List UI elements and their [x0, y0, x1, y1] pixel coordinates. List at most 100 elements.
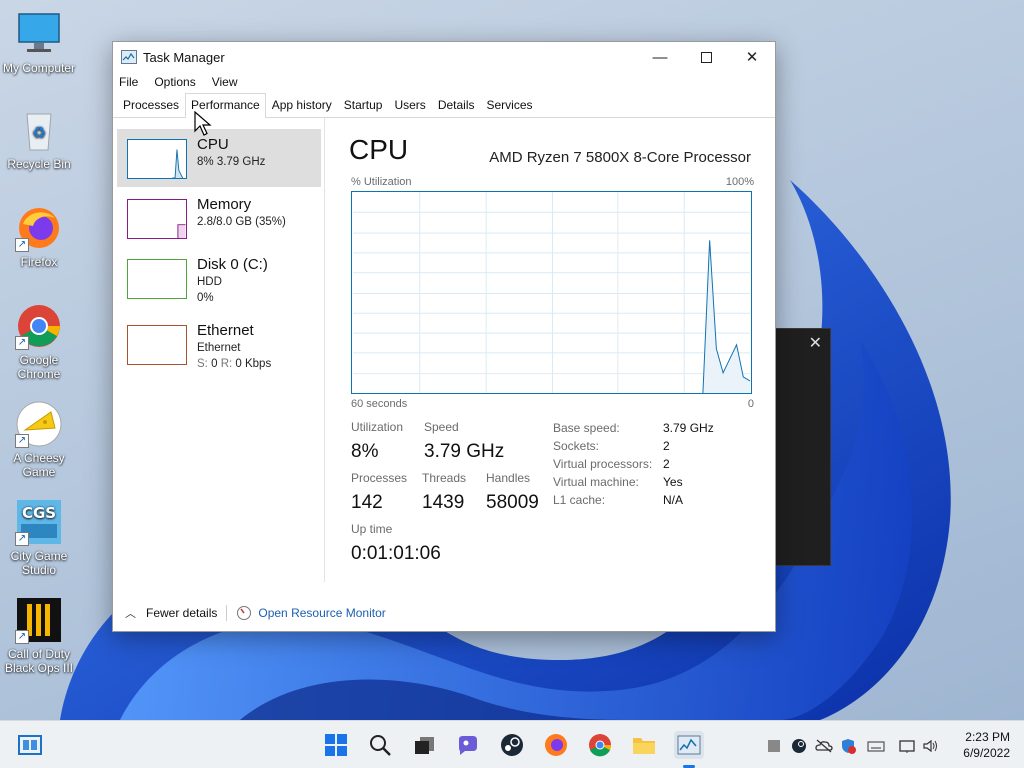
chrome-icon[interactable]: [586, 731, 614, 759]
close-button[interactable]: ✕: [729, 42, 775, 72]
file-explorer-icon[interactable]: [630, 731, 658, 759]
processes-label: Processes: [351, 471, 408, 485]
graph-y-min: 0: [747, 398, 754, 410]
sidebar-item-detail: Ethernet: [197, 342, 241, 354]
chat-icon[interactable]: [454, 731, 482, 759]
desktop-icon-city-game-studio[interactable]: CGS ↗ City Game Studio: [0, 498, 78, 577]
tab-services[interactable]: Services: [481, 93, 539, 117]
sidebar-item-ethernet[interactable]: Ethernet Ethernet S: 0 R: 0 Kbps: [117, 315, 321, 373]
send-value: 0: [211, 358, 218, 370]
desktop-icon-cheesy-game[interactable]: ↗ A Cheesy Game: [0, 400, 78, 479]
minimize-button[interactable]: —: [637, 42, 683, 72]
clock-date: 6/9/2022: [963, 746, 1010, 760]
resource-monitor-icon: [237, 606, 252, 620]
handles-value: 58009: [486, 492, 539, 513]
desktop-icon-firefox[interactable]: ↗ Firefox: [0, 204, 78, 269]
desktop-icon-label: Google Chrome: [17, 353, 61, 381]
detail-key: L1 cache:: [553, 493, 606, 507]
detail-value: N/A: [663, 493, 684, 507]
sidebar-item-cpu[interactable]: CPU 8% 3.79 GHz: [117, 129, 321, 187]
sidebar-item-detail: HDD: [197, 276, 222, 288]
volume-icon[interactable]: [922, 738, 938, 754]
search-icon[interactable]: [366, 731, 394, 759]
recycle-bin-icon: ♻: [15, 106, 63, 154]
widgets-icon[interactable]: [16, 731, 44, 759]
speed-value: 3.79 GHz: [424, 441, 505, 462]
detail-key: Base speed:: [553, 421, 620, 435]
sidebar-item-detail: 8% 3.79 GHz: [197, 156, 266, 168]
menu-view[interactable]: View: [212, 75, 238, 89]
cheese-icon: ↗: [15, 400, 63, 448]
close-icon: ✕: [745, 49, 759, 66]
chevron-up-icon[interactable]: ︿: [125, 605, 136, 621]
window-title: Task Manager: [143, 49, 225, 65]
cgs-icon: CGS ↗: [15, 498, 63, 546]
steam-tray-icon[interactable]: [791, 738, 807, 754]
network-icon[interactable]: [899, 738, 915, 754]
maximize-icon: [700, 51, 712, 63]
tab-startup[interactable]: Startup: [338, 93, 389, 117]
uptime-value: 0:01:01:06: [351, 543, 441, 564]
sidebar-item-memory[interactable]: Memory 2.8/8.0 GB (35%): [117, 189, 321, 247]
footer-bar: ︿ Fewer details Open Resource Monitor: [113, 598, 775, 628]
tab-processes[interactable]: Processes: [117, 93, 185, 117]
task-manager-icon[interactable]: [674, 731, 704, 759]
detail-key: Sockets:: [553, 439, 600, 453]
desktop-icon-label: Recycle Bin: [7, 157, 71, 171]
sidebar-item-disk[interactable]: Disk 0 (C:) HDD 0%: [117, 249, 321, 307]
desktop-icon-recycle-bin[interactable]: ♻ Recycle Bin: [0, 106, 78, 171]
open-resource-monitor-link[interactable]: Open Resource Monitor: [258, 606, 385, 620]
background-window[interactable]: ✕: [772, 328, 831, 566]
menu-bar: File Options View: [113, 72, 775, 92]
graph-y-label: % Utilization: [351, 176, 412, 188]
desktop-icon-my-computer[interactable]: My Computer: [0, 10, 78, 75]
desktop-icon-label: A Cheesy Game: [13, 451, 65, 479]
receive-value: 0 Kbps: [235, 358, 272, 370]
shortcut-arrow-icon: ↗: [15, 630, 29, 644]
desktop-icon-label: Firefox: [20, 255, 58, 269]
tab-users[interactable]: Users: [388, 93, 431, 117]
close-icon[interactable]: ✕: [809, 333, 822, 353]
task-view-icon[interactable]: [410, 731, 438, 759]
cpu-thumbnail-graph: [127, 139, 187, 179]
sidebar-item-name: CPU: [197, 136, 229, 153]
memory-thumbnail-graph: [127, 199, 187, 239]
send-label: S:: [197, 358, 208, 370]
processes-value: 142: [351, 492, 383, 513]
tab-details[interactable]: Details: [432, 93, 481, 117]
utilization-value: 8%: [351, 441, 379, 462]
sidebar-item-detail-2: S: 0 R: 0 Kbps: [197, 358, 271, 370]
desktop-icon-label: Call of Duty Black Ops III: [4, 647, 74, 675]
svg-text:♻: ♻: [32, 123, 46, 142]
tab-app-history[interactable]: App history: [266, 93, 338, 117]
graph-area-fill: [702, 240, 751, 393]
taskbar: 2:23 PM 6/9/2022: [0, 720, 1024, 768]
desktop-icon-label: City Game Studio: [10, 549, 68, 577]
sidebar-item-name: Ethernet: [197, 322, 254, 339]
onedrive-icon[interactable]: [815, 738, 833, 754]
maximize-button[interactable]: [683, 42, 729, 72]
start-icon[interactable]: [322, 731, 350, 759]
performance-panel: CPU AMD Ryzen 7 5800X 8-Core Processor %…: [349, 118, 759, 582]
tray-app-icon[interactable]: [766, 738, 782, 754]
disk-thumbnail-graph: [127, 259, 187, 299]
utilization-label: Utilization: [351, 420, 404, 434]
steam-icon[interactable]: [498, 731, 526, 759]
chrome-icon: ↗: [15, 302, 63, 350]
system-clock[interactable]: 2:23 PM 6/9/2022: [963, 729, 1010, 761]
desktop-icon-call-of-duty[interactable]: ↗ Call of Duty Black Ops III: [0, 596, 78, 675]
sidebar-item-detail: 2.8/8.0 GB (35%): [197, 216, 286, 228]
detail-value: 2: [663, 439, 670, 453]
fewer-details-link[interactable]: Fewer details: [146, 606, 217, 620]
title-bar[interactable]: Task Manager — ✕: [113, 42, 775, 72]
menu-options[interactable]: Options: [154, 75, 195, 89]
detail-value: 2: [663, 457, 670, 471]
keyboard-icon[interactable]: [867, 738, 885, 754]
firefox-icon[interactable]: [542, 731, 570, 759]
sidebar-item-name: Memory: [197, 196, 252, 213]
desktop-icon-chrome[interactable]: ↗ Google Chrome: [0, 302, 78, 381]
menu-file[interactable]: File: [119, 75, 138, 89]
sidebar-item-detail-2: 0%: [197, 292, 214, 304]
threads-label: Threads: [422, 471, 467, 485]
security-icon[interactable]: [840, 738, 856, 754]
